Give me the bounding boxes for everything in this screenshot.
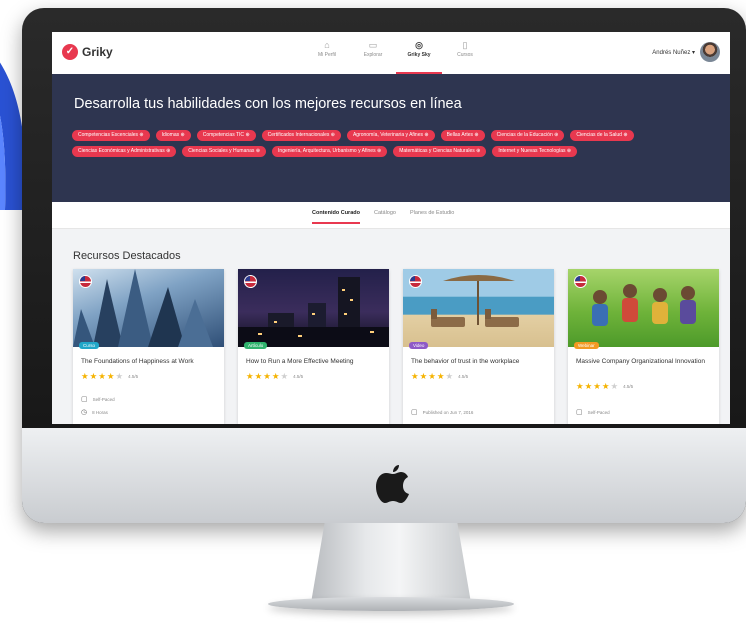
top-bar: ✓ Griky ⌂ Mi Perfil ▭ Explorar ◎ Griky S… <box>52 32 730 75</box>
chip-category[interactable]: Competencias TIC <box>196 130 256 141</box>
nav-mi-perfil[interactable]: ⌂ Mi Perfil <box>304 38 350 74</box>
thumbnail-beach <box>403 269 554 347</box>
card-title: Massive Company Organizational Innovatio… <box>576 358 705 365</box>
star-rating: ★★★★★ 4.5/5 <box>576 381 634 391</box>
tab-catalogo[interactable]: Catálogo <box>374 210 396 224</box>
card-meta: ◷ 8 Horas <box>81 409 108 416</box>
star-rating: ★★★★★ 4.5/5 <box>411 371 469 381</box>
avatar <box>700 42 720 62</box>
chip-category[interactable]: Ingeniería, Arquitectura, Urbanismo y Af… <box>272 146 388 157</box>
clock-icon: ◷ <box>81 409 88 416</box>
main-nav: ⌂ Mi Perfil ▭ Explorar ◎ Griky Sky ▯ Cur… <box>304 38 488 74</box>
screen: ✓ Griky ⌂ Mi Perfil ▭ Explorar ◎ Griky S… <box>52 32 730 424</box>
home-icon: ⌂ <box>324 40 330 50</box>
monitor-foot <box>268 597 514 611</box>
chip-category[interactable]: Bellas Artes <box>440 130 485 141</box>
card-meta: ▢ Published on Jun 7, 2016 <box>411 409 474 416</box>
star-rating: ★★★★★ 4.5/5 <box>246 371 304 381</box>
document-icon: ▯ <box>462 40 468 50</box>
card-title: The behavior of trust in the workplace <box>411 358 520 365</box>
griky-logo-icon: ✓ <box>62 44 78 60</box>
hero-title: Desarrolla tus habilidades con los mejor… <box>74 96 462 112</box>
tab-contenido-curado[interactable]: Contenido Curado <box>312 210 360 224</box>
target-icon: ◎ <box>415 40 423 50</box>
chip-category[interactable]: Matemáticas y Ciencias Naturales <box>393 146 487 157</box>
chip-category[interactable]: Ciencias Sociales y Humanas <box>182 146 267 157</box>
us-flag-icon <box>409 275 422 288</box>
nav-griky-sky[interactable]: ◎ Griky Sky <box>396 38 442 74</box>
type-badge: Artículo <box>244 342 268 349</box>
featured-resources: Curso The Foundations of Happiness at Wo… <box>73 269 719 424</box>
user-name: Andrés Nuñez ▾ <box>652 49 695 56</box>
chip-category[interactable]: Agronomía, Veterinaria y Afines <box>346 130 435 141</box>
user-menu[interactable]: Andrés Nuñez ▾ <box>652 42 720 62</box>
section-title: Recursos Destacados <box>73 250 181 262</box>
type-badge: Webinar <box>574 342 599 349</box>
apple-logo-icon <box>376 465 409 503</box>
calendar-icon: ▢ <box>81 396 88 403</box>
card-meta: ▢ Self-Paced <box>576 409 610 416</box>
logo[interactable]: ✓ Griky <box>62 44 113 60</box>
us-flag-icon <box>244 275 257 288</box>
chip-category[interactable]: Ciencias de la Salud <box>570 130 634 141</box>
star-rating: ★★★★★ 4.5/5 <box>81 371 139 381</box>
book-icon: ▭ <box>368 40 378 50</box>
resource-card[interactable]: Webinar Massive Company Organizational I… <box>568 269 719 424</box>
chip-category[interactable]: Internet y Nuevas Tecnologías <box>492 146 578 157</box>
card-title: The Foundations of Happiness at Work <box>81 358 194 365</box>
type-badge: Curso <box>79 342 100 349</box>
chip-category[interactable]: Ciencias de la Educación <box>490 130 565 141</box>
type-badge: Video <box>409 342 429 349</box>
category-chips: Competencias Escenciales Idiomas Compete… <box>72 130 712 157</box>
resource-card[interactable]: Curso The Foundations of Happiness at Wo… <box>73 269 224 424</box>
logo-text: Griky <box>82 45 113 59</box>
thumbnail-children-grass <box>568 269 719 347</box>
resource-card[interactable]: Video The behavior of trust in the workp… <box>403 269 554 424</box>
thumbnail-city-night <box>238 269 389 347</box>
calendar-icon: ▢ <box>576 409 583 416</box>
card-meta: ▢ Self-Paced <box>81 396 115 403</box>
nav-cursos[interactable]: ▯ Cursos <box>442 38 488 74</box>
monitor-stand <box>311 523 471 601</box>
hero-banner: Desarrolla tus habilidades con los mejor… <box>52 74 730 202</box>
chip-category[interactable]: Idiomas <box>155 130 191 141</box>
us-flag-icon <box>574 275 587 288</box>
tab-planes-de-estudio[interactable]: Planes de Estudio <box>410 210 454 224</box>
content-tabs: Contenido Curado Catálogo Planes de Estu… <box>52 202 730 229</box>
resource-card[interactable]: Artículo How to Run a More Effective Mee… <box>238 269 389 424</box>
chip-category[interactable]: Ciencias Económicas y Administrativas <box>72 146 177 157</box>
us-flag-icon <box>79 275 92 288</box>
chip-category[interactable]: Competencias Escenciales <box>72 130 150 141</box>
thumbnail-buildings <box>73 269 224 347</box>
nav-explorar[interactable]: ▭ Explorar <box>350 38 396 74</box>
chip-category[interactable]: Certificados Internacionales <box>261 130 341 141</box>
calendar-icon: ▢ <box>411 409 418 416</box>
card-title: How to Run a More Effective Meeting <box>246 358 354 365</box>
